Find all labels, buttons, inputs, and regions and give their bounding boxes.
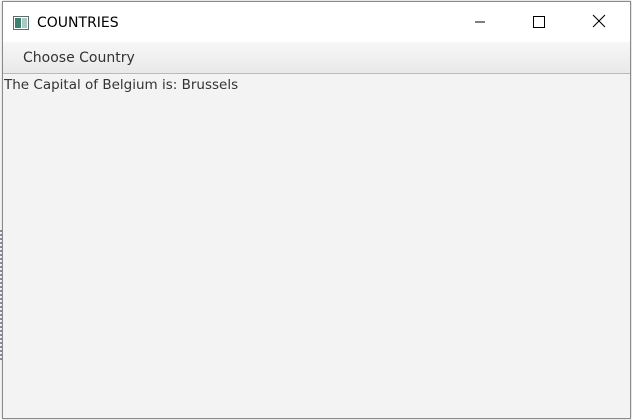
maximize-icon (533, 13, 545, 32)
menu-bar: Choose Country (3, 42, 630, 74)
minimize-icon (474, 13, 486, 32)
window-title: COUNTRIES (37, 15, 119, 31)
menu-choose-country[interactable]: Choose Country (11, 45, 147, 71)
title-bar[interactable]: COUNTRIES (3, 2, 630, 42)
app-window-icon (13, 15, 29, 30)
close-button[interactable] (576, 2, 622, 42)
capital-result-label: The Capital of Belgium is: Brussels (4, 77, 239, 93)
app-window: COUNTRIES Choose Country The Capital of … (2, 1, 631, 419)
content-area: The Capital of Belgium is: Brussels (3, 74, 630, 418)
maximize-button[interactable] (516, 2, 562, 42)
minimize-button[interactable] (457, 2, 503, 42)
close-icon (592, 13, 606, 32)
